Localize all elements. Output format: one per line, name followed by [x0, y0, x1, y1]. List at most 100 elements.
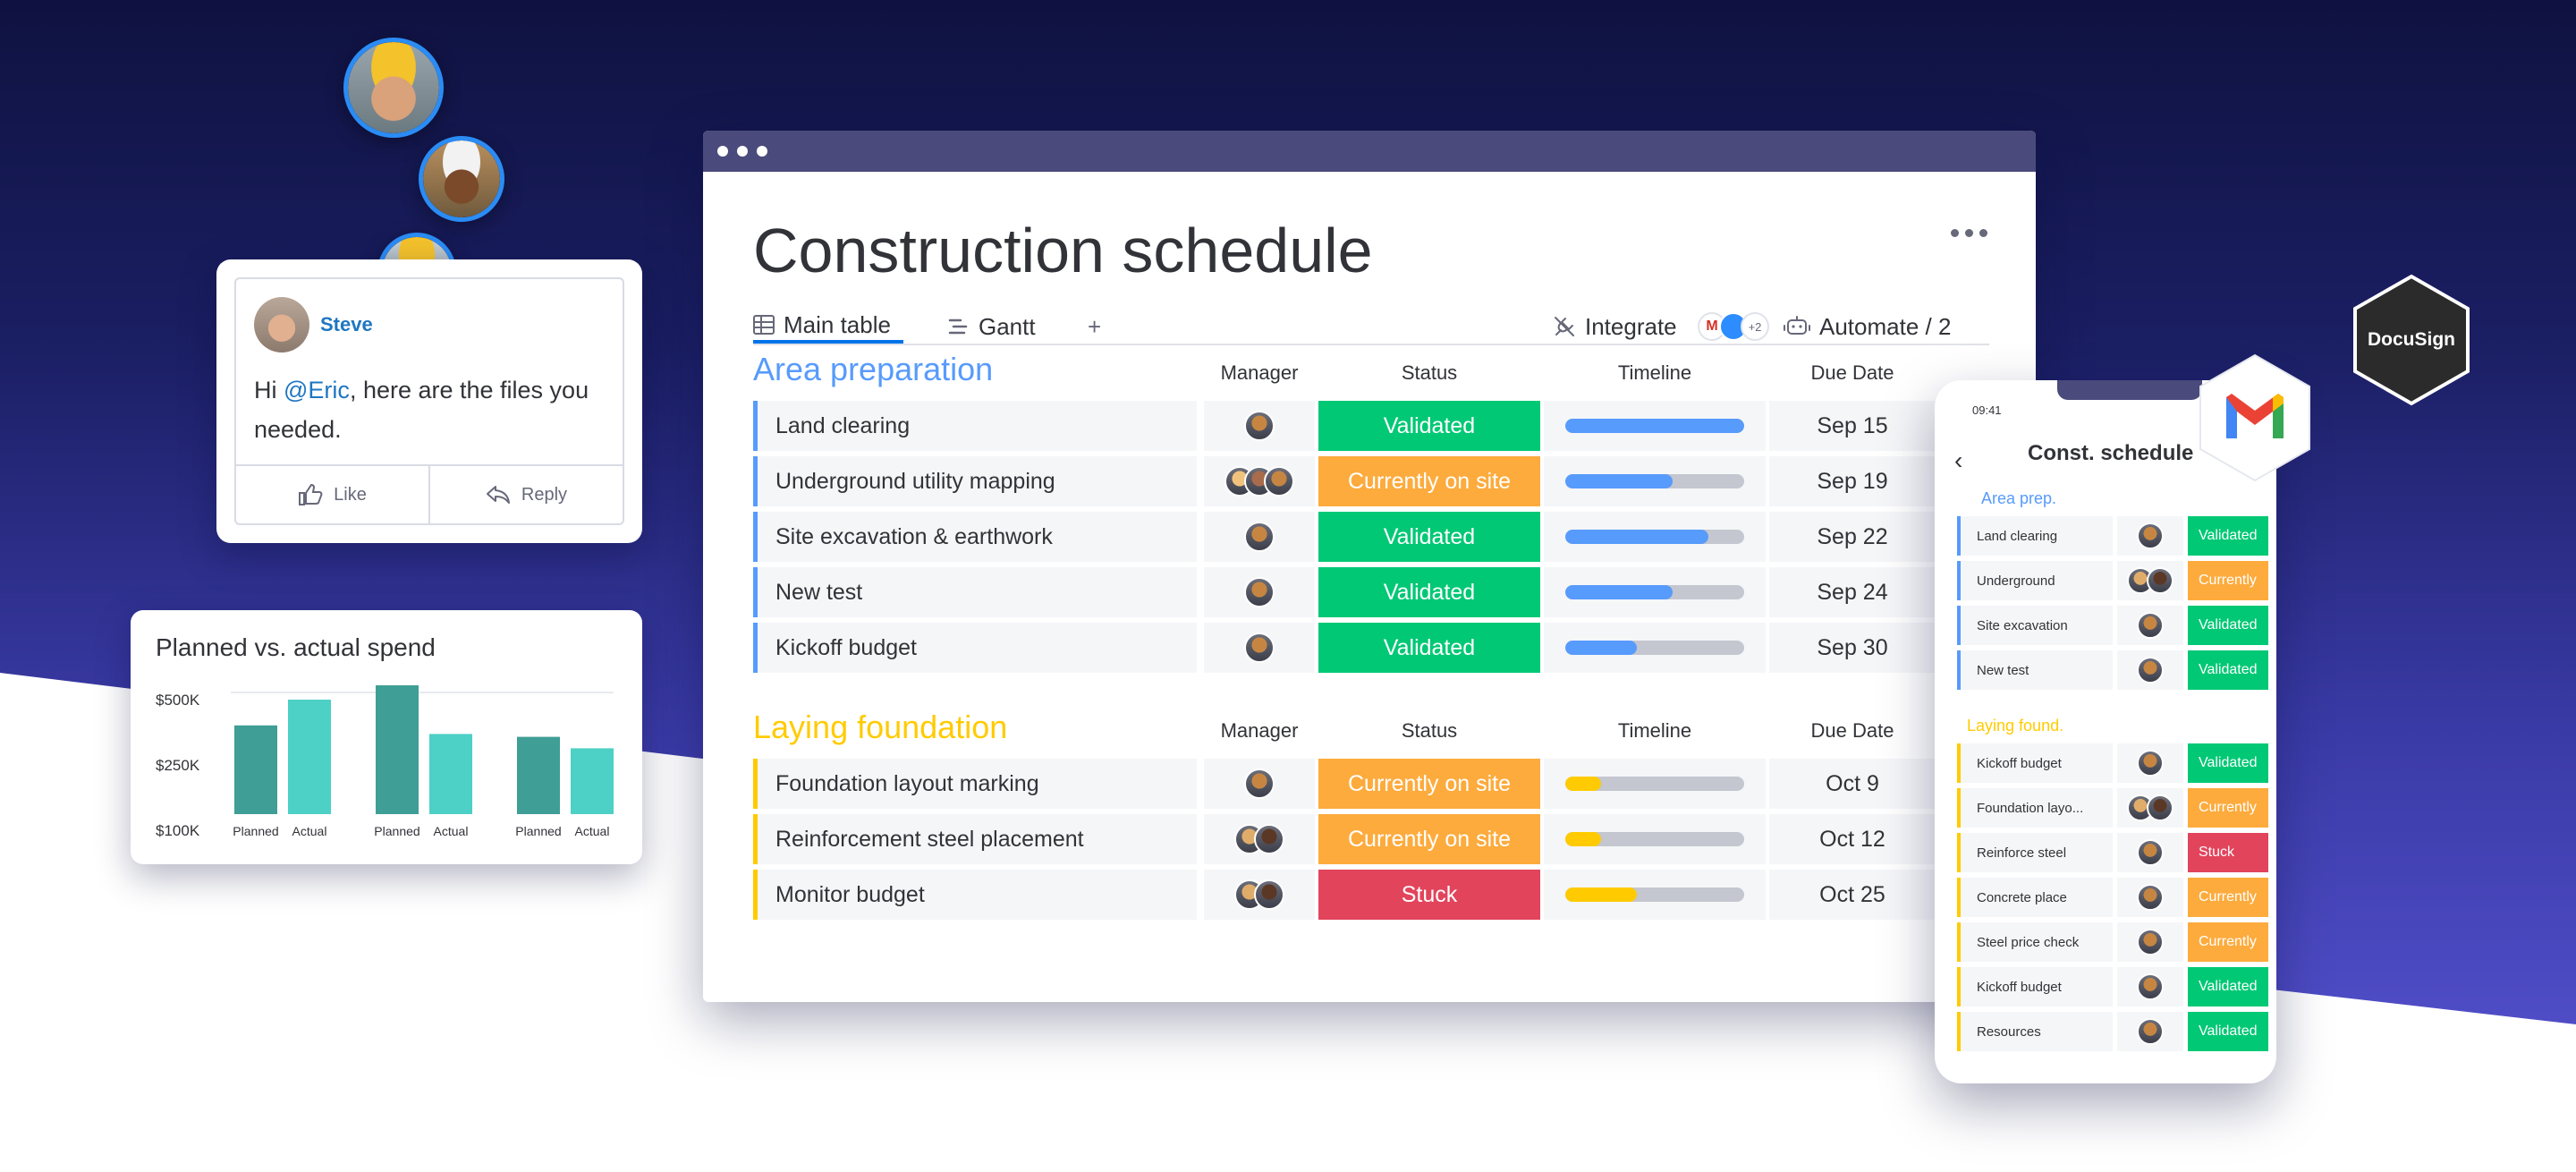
manager-cell[interactable] — [1204, 814, 1315, 864]
manager-avatar[interactable] — [2137, 973, 2164, 1000]
phone-status-label[interactable]: Currently — [2188, 561, 2268, 600]
manager-avatar[interactable] — [1244, 411, 1275, 441]
phone-item-name[interactable]: Site excavation — [1957, 606, 2113, 645]
phone-manager-cell[interactable] — [2117, 743, 2183, 783]
phone-table-row[interactable]: Foundation layo... Currently — [1957, 788, 2276, 828]
column-header-manager[interactable]: Manager — [1204, 719, 1315, 743]
integration-apps[interactable]: M +2 — [1698, 310, 1769, 344]
timeline-cell[interactable] — [1544, 401, 1766, 451]
phone-status-label[interactable]: Validated — [2188, 606, 2268, 645]
phone-manager-cell[interactable] — [2117, 561, 2183, 600]
phone-status-label[interactable]: Currently — [2188, 878, 2268, 917]
timeline-cell[interactable] — [1544, 512, 1766, 562]
manager-cell[interactable] — [1204, 623, 1315, 673]
manager-avatar[interactable] — [1264, 466, 1294, 497]
phone-manager-cell[interactable] — [2117, 922, 2183, 962]
comment-mention[interactable]: @Eric — [284, 377, 350, 403]
manager-avatar[interactable] — [1254, 879, 1284, 910]
phone-table-row[interactable]: New test Validated — [1957, 650, 2276, 690]
window-dot[interactable] — [757, 146, 767, 157]
column-header-timeline[interactable]: Timeline — [1544, 361, 1766, 385]
phone-item-name[interactable]: Kickoff budget — [1957, 967, 2113, 1006]
timeline-cell[interactable] — [1544, 456, 1766, 506]
table-row[interactable]: Underground utility mapping Currently on … — [753, 456, 1989, 506]
phone-table-row[interactable]: Resources Validated — [1957, 1012, 2276, 1051]
phone-item-name[interactable]: Foundation layo... — [1957, 788, 2113, 828]
phone-status-label[interactable]: Currently — [2188, 788, 2268, 828]
phone-table-row[interactable]: Underground Currently — [1957, 561, 2276, 600]
column-header-due[interactable]: Due Date — [1769, 719, 1936, 743]
phone-manager-cell[interactable] — [2117, 606, 2183, 645]
manager-avatar[interactable] — [2147, 567, 2174, 594]
group-title[interactable]: Area preparation — [753, 351, 993, 388]
manager-avatar[interactable] — [1244, 577, 1275, 607]
status-label[interactable]: Validated — [1318, 623, 1540, 673]
status-label[interactable]: Currently on site — [1318, 456, 1540, 506]
column-header-status[interactable]: Status — [1318, 361, 1540, 385]
tab-main-table[interactable]: Main table — [753, 310, 903, 344]
manager-avatar[interactable] — [2137, 522, 2164, 549]
due-date[interactable]: Oct 25 — [1769, 870, 1936, 920]
item-name[interactable]: Reinforcement steel placement — [753, 814, 1197, 864]
manager-avatar[interactable] — [2147, 794, 2174, 821]
column-header-manager[interactable]: Manager — [1204, 361, 1315, 385]
table-row[interactable]: Foundation layout marking Currently on si… — [753, 759, 1989, 809]
status-label[interactable]: Currently on site — [1318, 759, 1540, 809]
manager-avatar[interactable] — [2137, 929, 2164, 955]
phone-status-label[interactable]: Validated — [2188, 650, 2268, 690]
spend-bar-planned[interactable] — [234, 725, 277, 814]
item-name[interactable]: New test — [753, 567, 1197, 617]
column-header-timeline[interactable]: Timeline — [1544, 719, 1766, 743]
item-name[interactable]: Foundation layout marking — [753, 759, 1197, 809]
item-name[interactable]: Monitor budget — [753, 870, 1197, 920]
back-chevron-icon[interactable]: ‹ — [1954, 446, 1962, 475]
integrate-button[interactable]: Integrate — [1553, 310, 1677, 344]
column-header-status[interactable]: Status — [1318, 719, 1540, 743]
status-label[interactable]: Validated — [1318, 512, 1540, 562]
spend-bar-actual[interactable] — [429, 734, 472, 814]
manager-cell[interactable] — [1204, 401, 1315, 451]
phone-item-name[interactable]: Steel price check — [1957, 922, 2113, 962]
phone-group-title[interactable]: Area prep. — [1981, 489, 2056, 508]
table-row[interactable]: Monitor budget Stuck Oct 25 — [753, 870, 1989, 920]
spend-bar-planned[interactable] — [517, 736, 560, 814]
table-row[interactable]: Site excavation & earthwork Validated Sep … — [753, 512, 1989, 562]
status-label[interactable]: Validated — [1318, 567, 1540, 617]
phone-table-row[interactable]: Land clearing Validated — [1957, 516, 2276, 556]
phone-table-row[interactable]: Reinforce steel Stuck — [1957, 833, 2276, 872]
phone-manager-cell[interactable] — [2117, 650, 2183, 690]
manager-avatar[interactable] — [1244, 769, 1275, 799]
item-name[interactable]: Underground utility mapping — [753, 456, 1197, 506]
item-name[interactable]: Kickoff budget — [753, 623, 1197, 673]
spend-bar-actual[interactable] — [571, 748, 614, 814]
spend-bar-planned[interactable] — [376, 685, 419, 814]
manager-avatar[interactable] — [2137, 1018, 2164, 1045]
table-row[interactable]: Kickoff budget Validated Sep 30 — [753, 623, 1989, 673]
group-title[interactable]: Laying foundation — [753, 709, 1007, 746]
steve-avatar[interactable] — [254, 297, 309, 352]
manager-avatar[interactable] — [2137, 612, 2164, 639]
item-name[interactable]: Site excavation & earthwork — [753, 512, 1197, 562]
manager-avatar[interactable] — [2137, 884, 2164, 911]
phone-table-row[interactable]: Concrete place Currently — [1957, 878, 2276, 917]
phone-item-name[interactable]: Concrete place — [1957, 878, 2113, 917]
timeline-cell[interactable] — [1544, 814, 1766, 864]
timeline-cell[interactable] — [1544, 623, 1766, 673]
phone-table-row[interactable]: Steel price check Currently — [1957, 922, 2276, 962]
phone-status-label[interactable]: Currently — [2188, 922, 2268, 962]
automate-button[interactable]: Automate / 2 — [1784, 310, 1951, 344]
spend-bar-actual[interactable] — [288, 700, 331, 814]
due-date[interactable]: Sep 19 — [1769, 456, 1936, 506]
manager-cell[interactable] — [1204, 759, 1315, 809]
phone-table-row[interactable]: Kickoff budget Validated — [1957, 743, 2276, 783]
comment-author-name[interactable]: Steve — [320, 313, 373, 336]
manager-avatar[interactable] — [1244, 522, 1275, 552]
phone-manager-cell[interactable] — [2117, 833, 2183, 872]
phone-item-name[interactable]: Underground — [1957, 561, 2113, 600]
manager-cell[interactable] — [1204, 567, 1315, 617]
timeline-cell[interactable] — [1544, 870, 1766, 920]
due-date[interactable]: Oct 9 — [1769, 759, 1936, 809]
docusign-badge[interactable]: DocuSign — [2352, 274, 2470, 406]
manager-avatar[interactable] — [2137, 657, 2164, 684]
gmail-badge[interactable] — [2197, 352, 2313, 483]
